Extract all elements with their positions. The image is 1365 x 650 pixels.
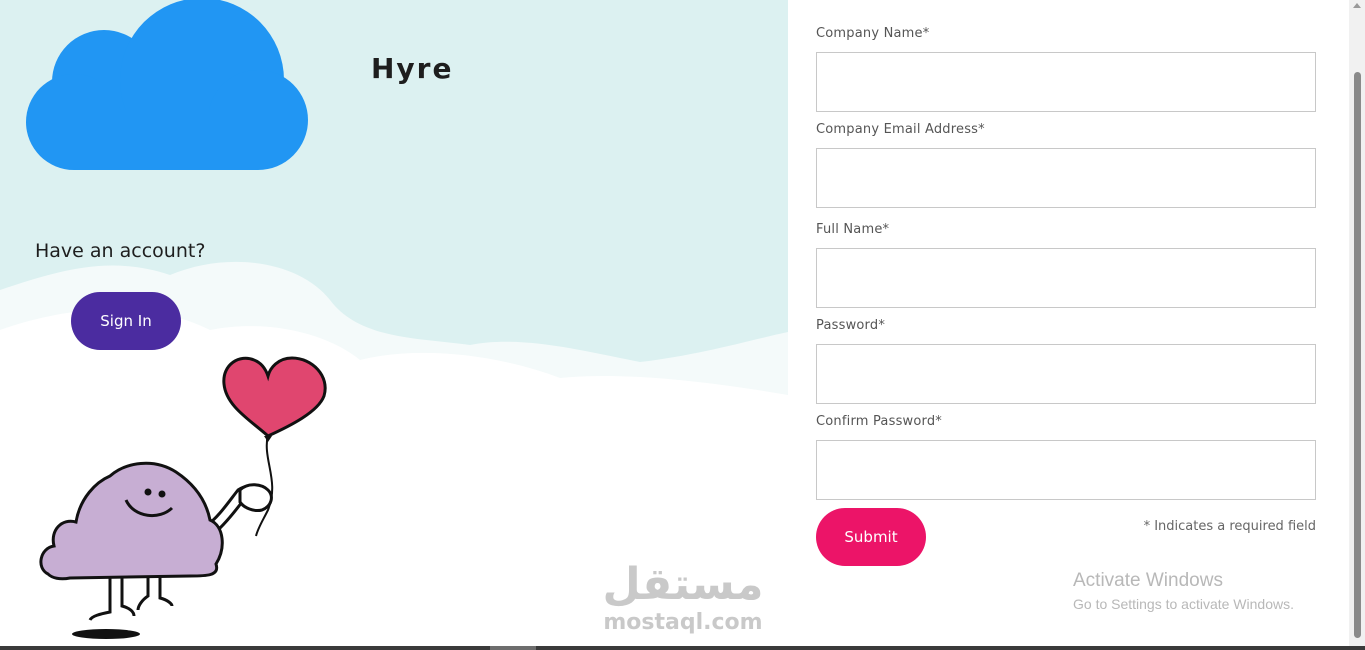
signup-form: Company Name* Company Email Address* Ful…	[788, 0, 1344, 646]
illustration-panel: Hyre Have an account? Sign In مستقل most…	[0, 0, 788, 646]
taskbar-tab[interactable]	[490, 646, 536, 650]
full-name-label: Full Name*	[816, 222, 890, 237]
password-label: Password*	[816, 318, 886, 333]
company-name-input[interactable]	[816, 52, 1316, 112]
activate-windows-title: Activate Windows	[1073, 570, 1223, 591]
cloud-logo-icon	[26, 0, 308, 170]
activate-windows-subtitle: Go to Settings to activate Windows.	[1073, 596, 1294, 612]
have-account-prompt: Have an account?	[35, 240, 206, 262]
company-email-input[interactable]	[816, 148, 1316, 208]
activate-windows-notice: Activate Windows Go to Settings to activ…	[1073, 570, 1294, 614]
page-scrollbar[interactable]	[1349, 0, 1365, 646]
scrollbar-thumb[interactable]	[1354, 72, 1361, 638]
heart-balloon-icon	[222, 356, 327, 442]
company-name-label: Company Name*	[816, 26, 930, 41]
full-name-input[interactable]	[816, 248, 1316, 308]
confirm-password-label: Confirm Password*	[816, 414, 942, 429]
sign-in-button[interactable]: Sign In	[71, 292, 181, 350]
brand-name: Hyre	[371, 52, 454, 85]
taskbar-strip	[0, 646, 1365, 650]
confirm-password-input[interactable]	[816, 440, 1316, 500]
scroll-up-arrow-icon[interactable]	[1352, 0, 1362, 10]
company-email-label: Company Email Address*	[816, 122, 985, 137]
submit-button[interactable]: Submit	[816, 508, 926, 566]
password-input[interactable]	[816, 344, 1316, 404]
cloud-mascot-icon	[39, 356, 327, 639]
required-field-note: * Indicates a required field	[1143, 519, 1316, 534]
